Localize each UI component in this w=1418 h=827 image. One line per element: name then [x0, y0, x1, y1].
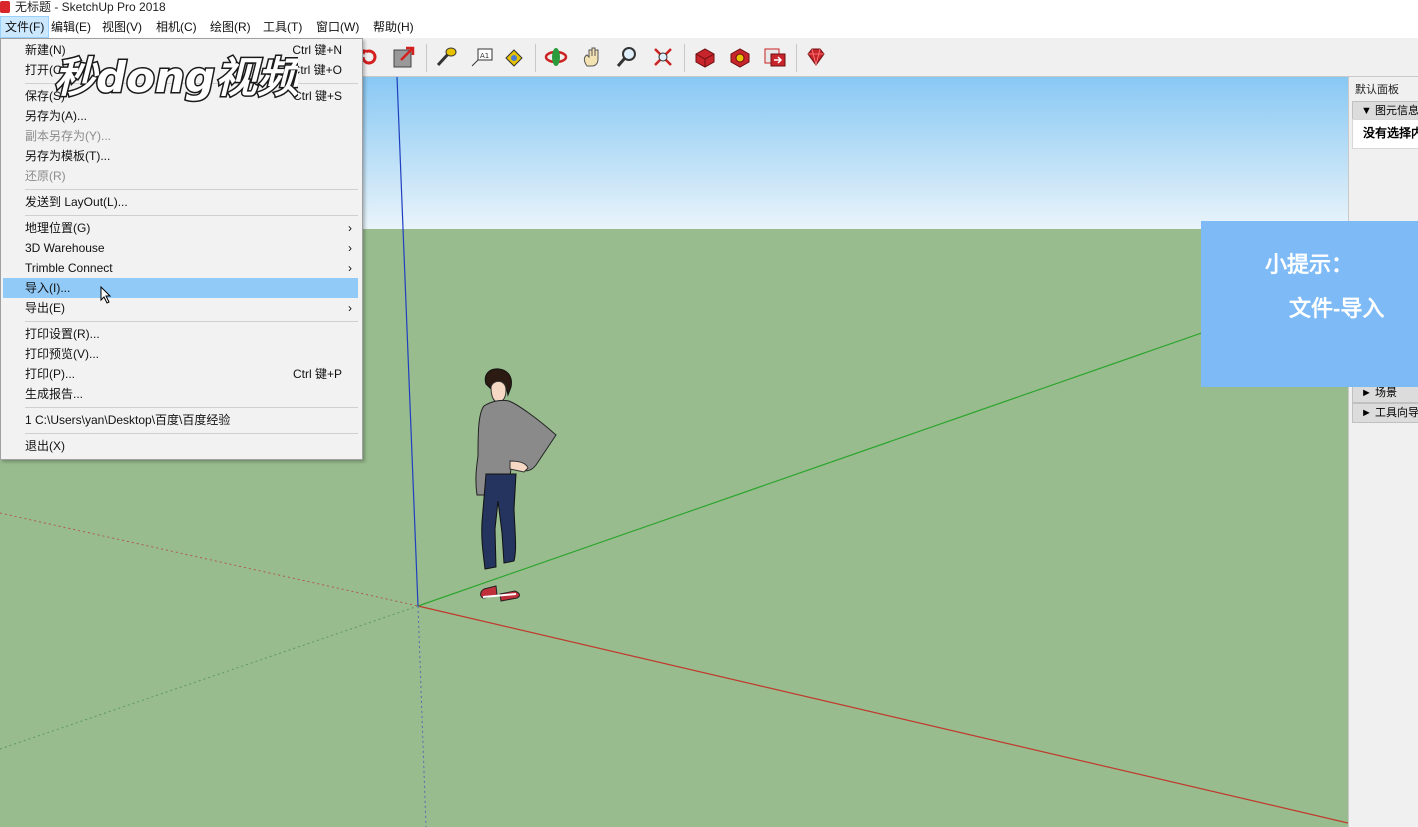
- watermark-logo: 秒dong视频: [53, 52, 299, 104]
- menu-draw[interactable]: 绘图(R): [206, 16, 255, 38]
- ruby-icon[interactable]: [801, 42, 831, 72]
- paint-bucket-icon[interactable]: [499, 42, 529, 72]
- tip-overlay: 小提示： 文件-导入: [1201, 221, 1418, 387]
- zoom-icon[interactable]: [612, 42, 642, 72]
- shortcut-label: Ctrl 键+S: [292, 89, 342, 103]
- menu-edit[interactable]: 编辑(E): [47, 16, 95, 38]
- sketchup-app-icon: [0, 1, 10, 13]
- menu-item-print-preview[interactable]: 打印预览(V)...: [3, 344, 358, 364]
- submenu-arrow-icon: ›: [348, 301, 352, 315]
- submenu-arrow-icon: ›: [348, 221, 352, 235]
- entity-info-section[interactable]: ▼ 图元信息: [1352, 101, 1418, 121]
- export-icon[interactable]: [389, 42, 419, 72]
- menu-bar: 文件(F) 编辑(E) 视图(V) 相机(C) 绘图(R) 工具(T) 窗口(W…: [0, 16, 1418, 38]
- pan-icon[interactable]: [577, 42, 607, 72]
- tray-title: 默认面板: [1355, 84, 1399, 96]
- menu-item-exit[interactable]: 退出(X): [3, 436, 358, 456]
- menu-view[interactable]: 视图(V): [98, 16, 146, 38]
- mouse-cursor-icon: [100, 286, 112, 304]
- instructor-section[interactable]: ► 工具向导: [1352, 403, 1418, 423]
- menu-window[interactable]: 窗口(W): [312, 16, 363, 38]
- menu-item-recent-file[interactable]: 1 C:\Users\yan\Desktop\百度\百度经验: [3, 410, 358, 430]
- 3d-warehouse-icon[interactable]: [690, 42, 720, 72]
- menu-help[interactable]: 帮助(H): [369, 16, 418, 38]
- scale-figure[interactable]: [475, 368, 557, 602]
- menu-item-generate-report[interactable]: 生成报告...: [3, 384, 358, 404]
- blue-axis-negative: [417, 605, 427, 827]
- tip-text: 文件-导入: [1289, 296, 1385, 321]
- layout-icon[interactable]: [760, 42, 790, 72]
- submenu-arrow-icon: ›: [348, 261, 352, 275]
- menu-item-print[interactable]: 打印(P)... Ctrl 键+P: [3, 364, 358, 384]
- menu-item-trimble-connect[interactable]: Trimble Connect ›: [3, 258, 358, 278]
- menu-file[interactable]: 文件(F): [0, 16, 50, 38]
- no-selection-text: 没有选择内容: [1352, 119, 1418, 149]
- menu-item-3d-warehouse[interactable]: 3D Warehouse ›: [3, 238, 358, 258]
- menu-item-export[interactable]: 导出(E) ›: [3, 298, 358, 318]
- menu-item-send-to-layout[interactable]: 发送到 LayOut(L)...: [3, 192, 358, 212]
- text-tool-icon[interactable]: A1: [467, 42, 497, 72]
- menu-camera[interactable]: 相机(C): [152, 16, 201, 38]
- menu-separator: [25, 215, 358, 216]
- menu-item-geo-location[interactable]: 地理位置(G) ›: [3, 218, 358, 238]
- menu-separator: [25, 433, 358, 434]
- window-title: 无标题 - SketchUp Pro 2018: [15, 0, 166, 14]
- submenu-arrow-icon: ›: [348, 241, 352, 255]
- menu-item-save-copy-as: 副本另存为(Y)...: [25, 129, 111, 143]
- default-tray: 默认面板 ▼ 图元信息 没有选择内容 ► 场景 ► 工具向导: [1348, 77, 1418, 827]
- toolbar-separator: [684, 44, 685, 72]
- menu-item-print-setup[interactable]: 打印设置(R)...: [3, 324, 358, 344]
- shortcut-label: Ctrl 键+N: [292, 43, 342, 57]
- menu-separator: [25, 189, 358, 190]
- shortcut-label: Ctrl 键+O: [291, 63, 342, 77]
- menu-tools[interactable]: 工具(T): [259, 16, 306, 38]
- orbit-icon[interactable]: [541, 42, 571, 72]
- zoom-extents-icon[interactable]: [648, 42, 678, 72]
- toolbar-separator: [426, 44, 427, 72]
- red-axis-negative: [0, 512, 419, 607]
- shortcut-label: Ctrl 键+P: [292, 367, 342, 381]
- extension-warehouse-icon[interactable]: [725, 42, 755, 72]
- red-axis: [417, 605, 1348, 824]
- toolbar-separator: [535, 44, 536, 72]
- menu-item-save-as-template[interactable]: 另存为模板(T)...: [3, 146, 358, 166]
- green-axis-negative: [0, 605, 419, 750]
- svg-text:A1: A1: [480, 52, 489, 60]
- menu-separator: [25, 321, 358, 322]
- menu-separator: [25, 407, 358, 408]
- menu-item-import[interactable]: 导入(I)...: [3, 278, 358, 298]
- tape-measure-icon[interactable]: [431, 42, 461, 72]
- watermark-text: 秒dong视频: [54, 53, 298, 102]
- tip-title: 小提示：: [1265, 252, 1354, 277]
- blue-axis: [396, 77, 419, 607]
- menu-item-revert: 还原(R): [25, 169, 66, 183]
- title-bar: 无标题 - SketchUp Pro 2018: [0, 0, 1418, 16]
- toolbar-separator: [796, 44, 797, 72]
